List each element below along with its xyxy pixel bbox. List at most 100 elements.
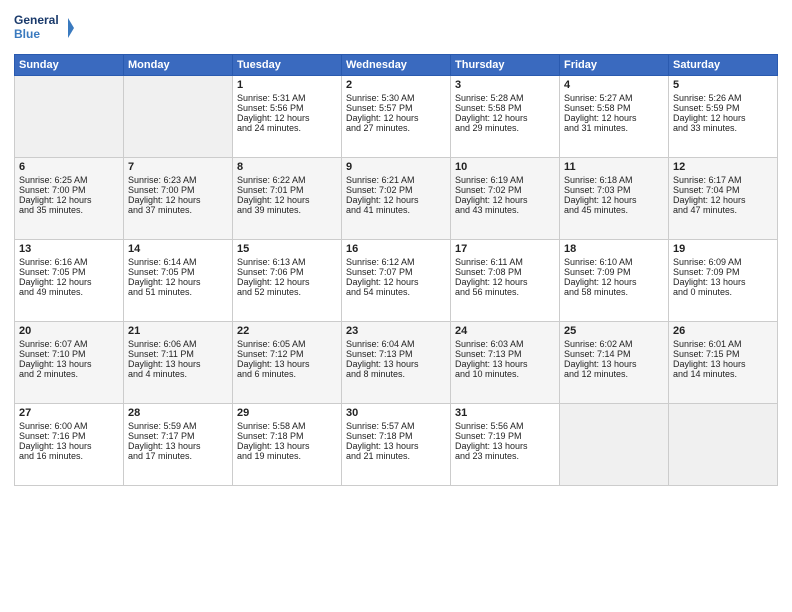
day-info: Daylight: 13 hours: [673, 359, 773, 369]
day-info: Sunset: 7:16 PM: [19, 431, 119, 441]
day-info: Sunset: 5:57 PM: [346, 103, 446, 113]
day-info: Sunrise: 6:11 AM: [455, 257, 555, 267]
day-cell: 1Sunrise: 5:31 AMSunset: 5:56 PMDaylight…: [233, 76, 342, 158]
day-info: Sunset: 7:19 PM: [455, 431, 555, 441]
day-info: and 23 minutes.: [455, 451, 555, 461]
day-info: and 43 minutes.: [455, 205, 555, 215]
day-info: and 58 minutes.: [564, 287, 664, 297]
day-number: 7: [128, 161, 228, 173]
day-cell: 10Sunrise: 6:19 AMSunset: 7:02 PMDayligh…: [451, 158, 560, 240]
day-cell: 31 Sunrise: 5:56 AMSunset: 7:19 PMDayligh…: [451, 404, 560, 486]
day-number: 5: [673, 79, 773, 91]
day-cell: 4Sunrise: 5:27 AMSunset: 5:58 PMDaylight…: [560, 76, 669, 158]
day-info: Daylight: 12 hours: [455, 113, 555, 123]
day-number: 9: [346, 161, 446, 173]
day-info: and 4 minutes.: [128, 369, 228, 379]
day-info: and 27 minutes.: [346, 123, 446, 133]
day-cell: 17Sunrise: 6:11 AMSunset: 7:08 PMDayligh…: [451, 240, 560, 322]
day-info: Daylight: 12 hours: [455, 195, 555, 205]
day-number: 24: [455, 325, 555, 337]
day-info: Daylight: 13 hours: [19, 359, 119, 369]
day-cell: [15, 76, 124, 158]
day-info: Sunrise: 6:02 AM: [564, 339, 664, 349]
day-cell: 8Sunrise: 6:22 AMSunset: 7:01 PMDaylight…: [233, 158, 342, 240]
day-info: Sunrise: 6:13 AM: [237, 257, 337, 267]
day-info: Daylight: 13 hours: [346, 359, 446, 369]
day-info: Daylight: 13 hours: [673, 277, 773, 287]
day-number: 14: [128, 243, 228, 255]
day-number: 12: [673, 161, 773, 173]
day-info: and 21 minutes.: [346, 451, 446, 461]
day-number: 29: [237, 407, 337, 419]
day-info: Sunrise: 5:27 AM: [564, 93, 664, 103]
day-info: Daylight: 12 hours: [19, 277, 119, 287]
day-info: Daylight: 12 hours: [564, 277, 664, 287]
header-row: SundayMondayTuesdayWednesdayThursdayFrid…: [15, 55, 778, 76]
day-info: Sunset: 7:17 PM: [128, 431, 228, 441]
day-info: and 12 minutes.: [564, 369, 664, 379]
day-info: and 16 minutes.: [19, 451, 119, 461]
day-info: Daylight: 13 hours: [237, 359, 337, 369]
day-info: Daylight: 13 hours: [19, 441, 119, 451]
day-info: Sunset: 7:14 PM: [564, 349, 664, 359]
day-cell: 24Sunrise: 6:03 AMSunset: 7:13 PMDayligh…: [451, 322, 560, 404]
day-number: 31: [455, 407, 555, 419]
day-number: 1: [237, 79, 337, 91]
day-info: Daylight: 12 hours: [673, 195, 773, 205]
day-info: Sunrise: 5:56 AM: [455, 421, 555, 431]
day-info: Daylight: 12 hours: [564, 113, 664, 123]
day-number: 11: [564, 161, 664, 173]
day-info: and 29 minutes.: [455, 123, 555, 133]
day-info: Sunset: 7:15 PM: [673, 349, 773, 359]
day-cell: 6Sunrise: 6:25 AMSunset: 7:00 PMDaylight…: [15, 158, 124, 240]
day-info: Sunset: 7:13 PM: [455, 349, 555, 359]
day-cell: 14 Sunrise: 6:14 AMSunset: 7:05 PMDayligh…: [124, 240, 233, 322]
day-cell: 30Sunrise: 5:57 AMSunset: 7:18 PMDayligh…: [342, 404, 451, 486]
day-cell: 12Sunrise: 6:17 AMSunset: 7:04 PMDayligh…: [669, 158, 778, 240]
day-info: and 49 minutes.: [19, 287, 119, 297]
day-info: and 37 minutes.: [128, 205, 228, 215]
day-info: Daylight: 12 hours: [346, 113, 446, 123]
header-day: Monday: [124, 55, 233, 76]
day-info: Daylight: 13 hours: [346, 441, 446, 451]
day-cell: 19Sunrise: 6:09 AMSunset: 7:09 PMDayligh…: [669, 240, 778, 322]
day-info: and 2 minutes.: [19, 369, 119, 379]
day-info: Sunrise: 6:23 AM: [128, 175, 228, 185]
day-info: Sunset: 7:05 PM: [128, 267, 228, 277]
day-info: Sunrise: 6:14 AM: [128, 257, 228, 267]
day-info: and 39 minutes.: [237, 205, 337, 215]
header-day: Tuesday: [233, 55, 342, 76]
day-info: Sunrise: 6:19 AM: [455, 175, 555, 185]
day-info: Sunrise: 5:30 AM: [346, 93, 446, 103]
day-info: Sunset: 7:05 PM: [19, 267, 119, 277]
week-row: 27Sunrise: 6:00 AMSunset: 7:16 PMDayligh…: [15, 404, 778, 486]
day-info: Sunset: 7:08 PM: [455, 267, 555, 277]
day-cell: 18Sunrise: 6:10 AMSunset: 7:09 PMDayligh…: [560, 240, 669, 322]
day-info: Daylight: 13 hours: [455, 441, 555, 451]
day-cell: 26Sunrise: 6:01 AMSunset: 7:15 PMDayligh…: [669, 322, 778, 404]
header-day: Wednesday: [342, 55, 451, 76]
day-info: and 31 minutes.: [564, 123, 664, 133]
day-cell: 29Sunrise: 5:58 AMSunset: 7:18 PMDayligh…: [233, 404, 342, 486]
day-cell: 7Sunrise: 6:23 AMSunset: 7:00 PMDaylight…: [124, 158, 233, 240]
day-info: Sunset: 7:02 PM: [346, 185, 446, 195]
day-number: 13: [19, 243, 119, 255]
day-info: Daylight: 12 hours: [346, 277, 446, 287]
calendar-page: General Blue SundayMondayTuesdayWednesda…: [0, 0, 792, 612]
day-info: Sunset: 7:18 PM: [237, 431, 337, 441]
week-row: 20Sunrise: 6:07 AMSunset: 7:10 PMDayligh…: [15, 322, 778, 404]
day-info: Sunrise: 6:01 AM: [673, 339, 773, 349]
svg-text:General: General: [14, 13, 59, 27]
day-info: Sunrise: 6:09 AM: [673, 257, 773, 267]
day-number: 23: [346, 325, 446, 337]
day-info: and 51 minutes.: [128, 287, 228, 297]
day-info: Sunset: 7:02 PM: [455, 185, 555, 195]
day-info: and 47 minutes.: [673, 205, 773, 215]
day-info: Daylight: 12 hours: [128, 277, 228, 287]
day-info: Sunset: 7:13 PM: [346, 349, 446, 359]
day-info: and 54 minutes.: [346, 287, 446, 297]
day-cell: 23Sunrise: 6:04 AMSunset: 7:13 PMDayligh…: [342, 322, 451, 404]
day-info: and 19 minutes.: [237, 451, 337, 461]
day-info: Sunrise: 6:10 AM: [564, 257, 664, 267]
week-row: 13Sunrise: 6:16 AMSunset: 7:05 PMDayligh…: [15, 240, 778, 322]
